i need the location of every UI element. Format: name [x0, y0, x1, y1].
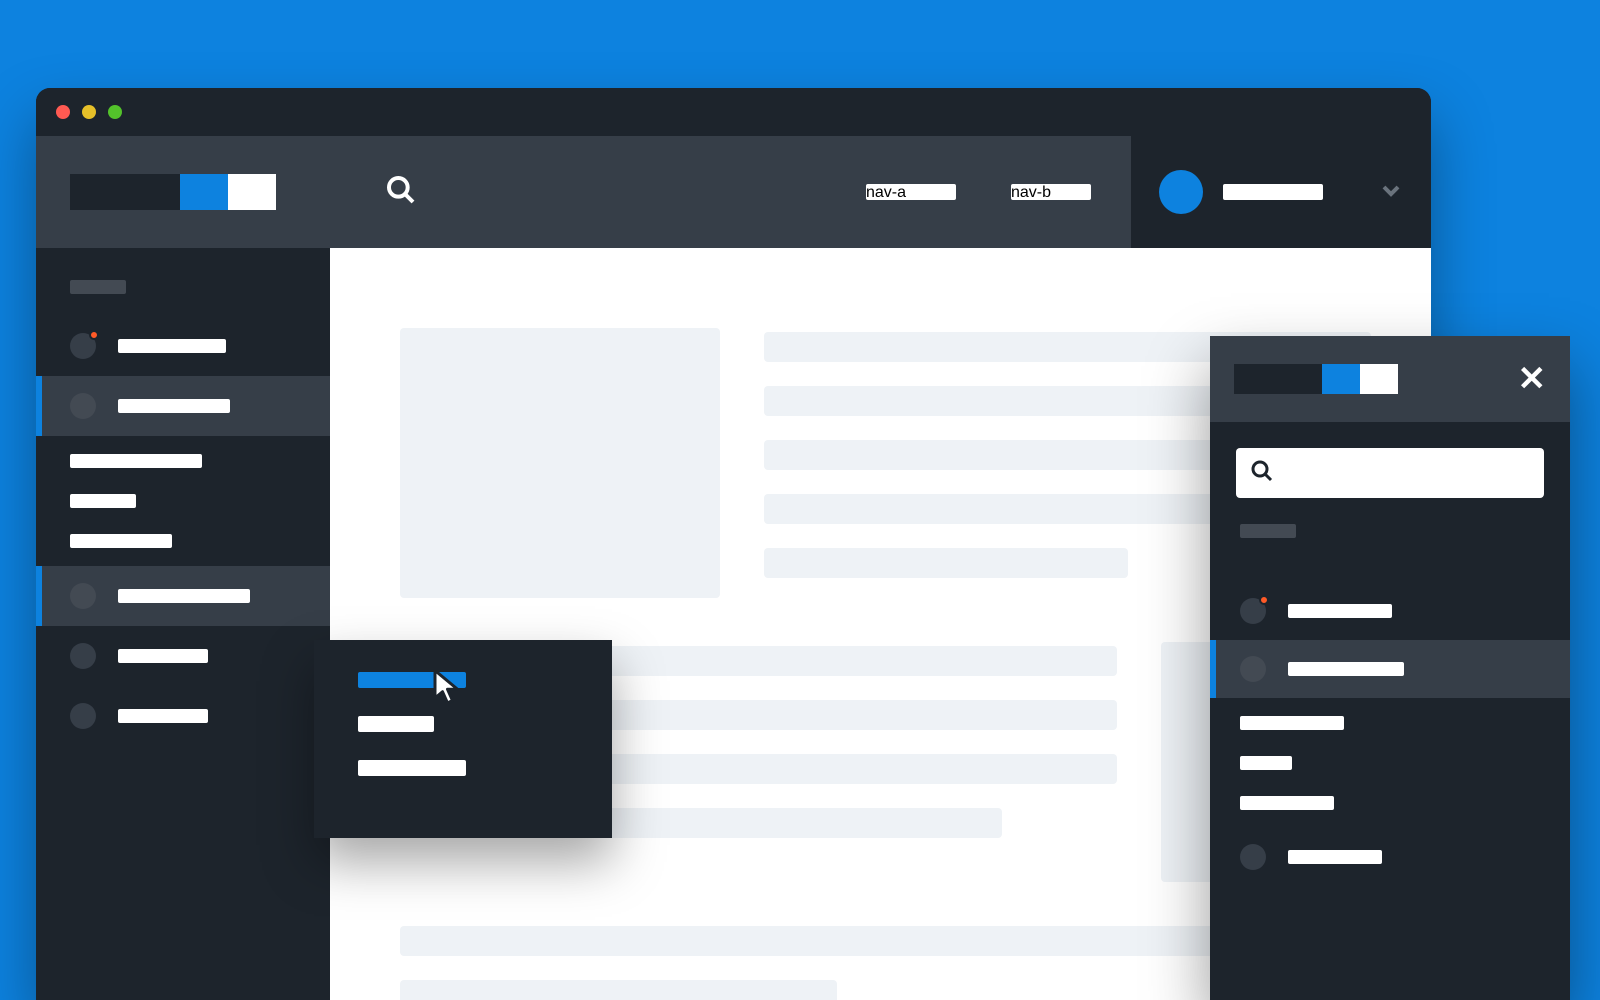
- status-dot-icon: [1240, 844, 1266, 870]
- sidebar-item-2[interactable]: [36, 566, 330, 626]
- panel-sub-item[interactable]: [1240, 796, 1334, 810]
- search-icon: [1250, 459, 1274, 488]
- panel-section-label: [1240, 524, 1296, 538]
- sidebar-item-label: [118, 339, 226, 353]
- search-icon: [385, 174, 417, 211]
- sidebar-item-label: [118, 589, 250, 603]
- sidebar-sublist: [36, 436, 330, 566]
- sidebar-item-0[interactable]: [36, 316, 330, 376]
- text-line: [764, 548, 1128, 578]
- text-line: [400, 980, 837, 1000]
- panel-header: ✕: [1210, 336, 1570, 422]
- status-dot-icon: [70, 583, 96, 609]
- sidebar-item-label: [118, 649, 208, 663]
- sidebar-item-4[interactable]: [36, 686, 330, 746]
- close-icon[interactable]: ✕: [1518, 362, 1547, 396]
- panel-item-2[interactable]: [1210, 828, 1570, 886]
- status-dot-icon: [70, 643, 96, 669]
- context-menu-item[interactable]: [358, 716, 434, 732]
- panel-item-label: [1288, 604, 1392, 618]
- sidebar-item-3[interactable]: [36, 626, 330, 686]
- sidebar-sub-item[interactable]: [70, 454, 202, 468]
- logo-cell: [36, 136, 330, 248]
- panel-item-0[interactable]: [1210, 582, 1570, 640]
- cursor-icon: [430, 668, 470, 708]
- logo-segment-white: [1360, 364, 1398, 394]
- header-search[interactable]: [330, 136, 850, 248]
- avatar: [1159, 170, 1203, 214]
- panel-sub-item[interactable]: [1240, 716, 1344, 730]
- sidebar-sub-item[interactable]: [70, 534, 172, 548]
- user-name: [1223, 184, 1323, 200]
- logo-segment-blue: [1322, 364, 1360, 394]
- panel-item-1[interactable]: [1210, 640, 1570, 698]
- status-dot-icon: [1240, 656, 1266, 682]
- panel-sub-item[interactable]: [1240, 756, 1292, 770]
- app-header: nav-a nav-b: [36, 136, 1431, 248]
- panel-logo[interactable]: [1234, 364, 1398, 394]
- sidebar: [36, 248, 330, 1000]
- sidebar-item-label: [118, 399, 230, 413]
- logo-segment-dark: [70, 174, 180, 210]
- user-menu[interactable]: [1131, 136, 1431, 248]
- status-dot-icon: [1240, 598, 1266, 624]
- header-nav: nav-a nav-b: [850, 136, 1131, 248]
- panel-sublist: [1210, 698, 1570, 828]
- status-dot-icon: [70, 393, 96, 419]
- close-window-icon[interactable]: [56, 105, 70, 119]
- sidebar-sub-item[interactable]: [70, 494, 136, 508]
- logo-segment-white: [228, 174, 276, 210]
- sidebar-section-label: [70, 280, 126, 294]
- logo-segment-dark: [1234, 364, 1322, 394]
- sidebar-item-1[interactable]: [36, 376, 330, 436]
- sidebar-item-label: [118, 709, 208, 723]
- zoom-window-icon[interactable]: [108, 105, 122, 119]
- notification-badge-icon: [1259, 595, 1269, 605]
- nav-item-b[interactable]: nav-b: [1011, 184, 1091, 200]
- status-dot-icon: [70, 703, 96, 729]
- status-dot-icon: [70, 333, 96, 359]
- content-image-placeholder: [400, 328, 720, 598]
- logo-segment-blue: [180, 174, 228, 210]
- panel-search-input[interactable]: [1236, 448, 1544, 498]
- minimize-window-icon[interactable]: [82, 105, 96, 119]
- panel-item-label: [1288, 662, 1404, 676]
- chevron-down-icon: [1379, 178, 1403, 207]
- context-menu-item[interactable]: [358, 760, 466, 776]
- app-logo[interactable]: [70, 174, 276, 210]
- panel-item-label: [1288, 850, 1382, 864]
- nav-item-a[interactable]: nav-a: [866, 184, 956, 200]
- secondary-panel: ✕: [1210, 336, 1570, 1000]
- notification-badge-icon: [89, 330, 99, 340]
- window-titlebar: [36, 88, 1431, 136]
